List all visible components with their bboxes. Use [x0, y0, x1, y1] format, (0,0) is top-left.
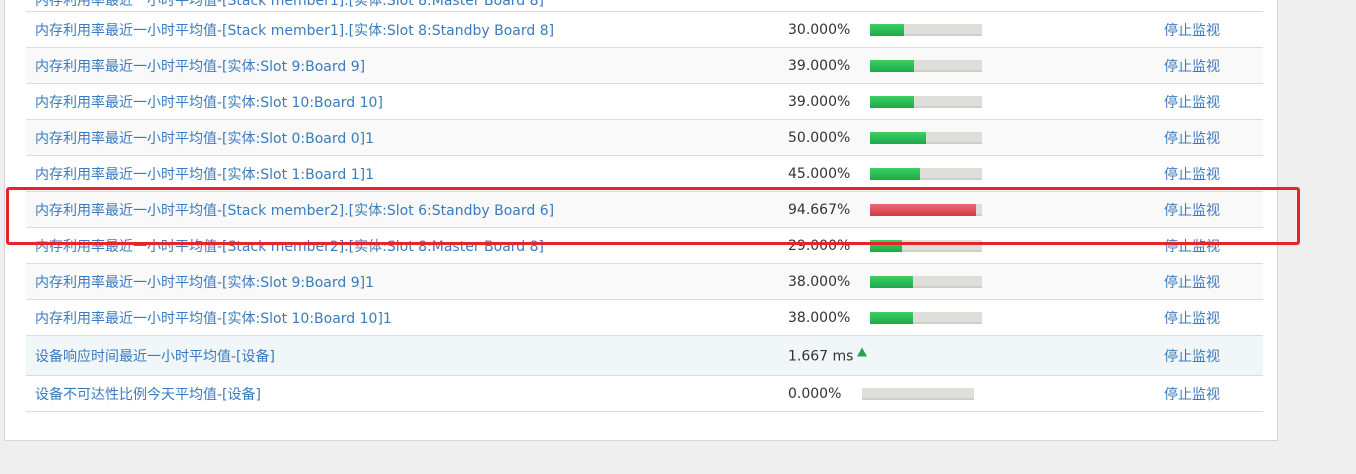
- usage-bar: [870, 95, 982, 108]
- monitor-name-link[interactable]: 内存利用率最近一小时平均值-[Stack member1].[实体:Slot 8…: [35, 0, 544, 10]
- table-row: 内存利用率最近一小时平均值-[实体:Slot 9:Board 9]1 38.00…: [26, 264, 1263, 300]
- monitor-name-link[interactable]: 内存利用率最近一小时平均值-[实体:Slot 10:Board 10]1: [35, 308, 392, 328]
- monitor-name-link[interactable]: 内存利用率最近一小时平均值-[实体:Slot 9:Board 9]1: [35, 272, 374, 292]
- table-row: 内存利用率最近一小时平均值-[实体:Slot 9:Board 9] 39.000…: [26, 48, 1263, 84]
- usage-bar: [870, 275, 982, 288]
- monitor-value: 38.000%: [788, 309, 851, 326]
- stop-monitor-link[interactable]: 停止监视: [1164, 56, 1220, 76]
- highlight-annotation-box: [6, 187, 1300, 245]
- monitor-name-link[interactable]: 设备不可达性比例今天平均值-[设备]: [35, 384, 261, 404]
- stop-monitor-link[interactable]: 停止监视: [1164, 164, 1220, 184]
- monitor-value: 0.000%: [788, 385, 842, 402]
- monitor-value: 30.000%: [788, 21, 851, 38]
- usage-bar-fill: [870, 275, 913, 288]
- usage-bar: [870, 23, 982, 36]
- usage-bar-fill: [870, 131, 926, 144]
- usage-bar: [870, 167, 982, 180]
- monitor-value: 50.000%: [788, 129, 851, 146]
- table-row: 内存利用率最近一小时平均值-[Stack member1].[实体:Slot 8…: [26, 12, 1263, 48]
- monitor-value: 39.000%: [788, 57, 851, 74]
- stop-monitor-link[interactable]: 停止监视: [1164, 384, 1220, 404]
- monitor-name-link[interactable]: 内存利用率最近一小时平均值-[实体:Slot 10:Board 10]: [35, 92, 383, 112]
- monitor-value: 39.000%: [788, 93, 851, 110]
- triangle-up-icon: [857, 347, 868, 356]
- table-row: 内存利用率最近一小时平均值-[实体:Slot 0:Board 0]1 50.00…: [26, 120, 1263, 156]
- usage-bar-fill: [870, 311, 913, 324]
- table-row: 内存利用率最近一小时平均值-[Stack member1].[实体:Slot 8…: [26, 0, 1263, 12]
- usage-bar: [870, 59, 982, 72]
- stop-monitor-link[interactable]: 停止监视: [1164, 20, 1220, 40]
- table-row: 内存利用率最近一小时平均值-[实体:Slot 10:Board 10]1 38.…: [26, 300, 1263, 336]
- monitor-value: 38.000%: [788, 273, 851, 290]
- stop-monitor-link[interactable]: 停止监视: [1164, 346, 1220, 366]
- usage-bar-fill: [870, 23, 904, 36]
- monitor-name-link[interactable]: 设备响应时间最近一小时平均值-[设备]: [35, 346, 275, 366]
- usage-bar: [862, 387, 974, 400]
- stop-monitor-link[interactable]: 停止监视: [1164, 308, 1220, 328]
- stop-monitor-link[interactable]: 停止监视: [1164, 272, 1220, 292]
- monitor-value: 1.667 ms: [788, 347, 868, 364]
- usage-bar: [870, 311, 982, 324]
- monitor-value: 45.000%: [788, 165, 851, 182]
- usage-bar-fill: [870, 59, 914, 72]
- table-row: 内存利用率最近一小时平均值-[实体:Slot 10:Board 10] 39.0…: [26, 84, 1263, 120]
- monitor-name-link[interactable]: 内存利用率最近一小时平均值-[实体:Slot 0:Board 0]1: [35, 128, 374, 148]
- table-row: 设备响应时间最近一小时平均值-[设备] 1.667 ms 停止监视: [26, 336, 1263, 376]
- usage-bar-fill: [870, 95, 914, 108]
- response-time-value: 1.667 ms: [788, 348, 854, 364]
- stop-monitor-link[interactable]: 停止监视: [1164, 128, 1220, 148]
- usage-bar-fill: [870, 167, 921, 180]
- stop-monitor-link[interactable]: 停止监视: [1164, 92, 1220, 112]
- monitor-name-link[interactable]: 内存利用率最近一小时平均值-[Stack member1].[实体:Slot 8…: [35, 20, 554, 40]
- monitor-name-link[interactable]: 内存利用率最近一小时平均值-[实体:Slot 9:Board 9]: [35, 56, 365, 76]
- usage-bar: [870, 131, 982, 144]
- monitor-name-link[interactable]: 内存利用率最近一小时平均值-[实体:Slot 1:Board 1]1: [35, 164, 374, 184]
- table-row: 设备不可达性比例今天平均值-[设备] 0.000% 停止监视: [26, 376, 1263, 412]
